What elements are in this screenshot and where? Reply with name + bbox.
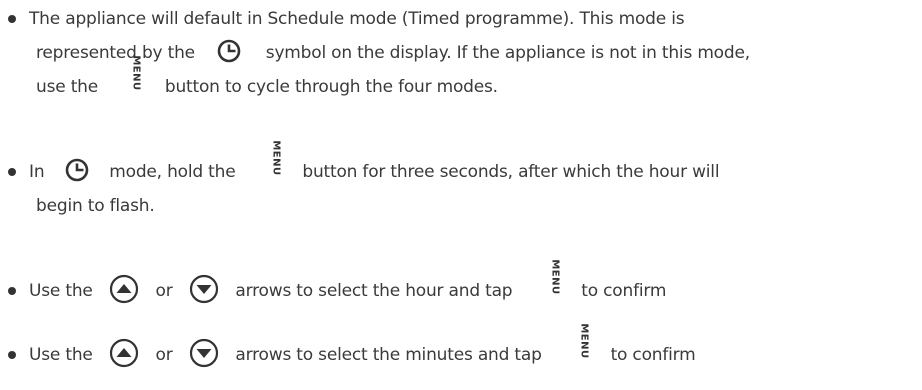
- item-text: The appliance will default in Schedule m…: [29, 9, 685, 29]
- item-text: use the: [36, 77, 98, 97]
- item-text: Use the: [29, 281, 93, 301]
- item-text: to confirm: [581, 281, 667, 301]
- item-text: button for three seconds, after which th…: [302, 162, 720, 182]
- text-line: In mode, hold the MENU button for three …: [29, 140, 720, 189]
- clock-schedule-icon: [218, 39, 241, 63]
- down-arrow-icon: [189, 274, 219, 304]
- text-line: use the MENU button to cycle through the…: [36, 55, 498, 104]
- item-text: or: [155, 281, 173, 301]
- down-arrow-icon: [189, 338, 219, 368]
- item-text: to confirm: [610, 345, 696, 365]
- text-line: Use the or arrows to select the hour and…: [29, 259, 667, 308]
- menu-button-icon: MENU: [549, 259, 561, 295]
- bullet-marker: [8, 351, 16, 359]
- item-text: represented by the: [36, 43, 195, 63]
- bullet-marker: [8, 287, 16, 295]
- bullet-marker: [8, 168, 16, 176]
- item-text: or: [155, 345, 173, 365]
- clock-schedule-icon: [65, 158, 89, 182]
- item-text: begin to flash.: [36, 196, 155, 216]
- text-line: Use the or arrows to select the minutes …: [29, 323, 696, 372]
- item-text: button to cycle through the four modes.: [164, 77, 498, 97]
- menu-button-icon: MENU: [270, 140, 282, 176]
- menu-button-icon: MENU: [578, 323, 590, 359]
- menu-button-icon: MENU: [131, 55, 143, 91]
- item-text: arrows to select the minutes and tap: [235, 345, 542, 365]
- item-text: In: [29, 162, 45, 182]
- item-text: arrows to select the hour and tap: [235, 281, 513, 301]
- text-line: The appliance will default in Schedule m…: [29, 2, 685, 36]
- up-arrow-icon: [110, 274, 139, 304]
- item-text: symbol on the display. If the appliance …: [265, 43, 750, 63]
- text-line: begin to flash.: [36, 189, 155, 223]
- text-line: represented by the symbol on the display…: [36, 36, 750, 70]
- item-text: mode, hold the: [109, 162, 236, 182]
- bullet-marker: [8, 15, 16, 23]
- up-arrow-icon: [110, 338, 139, 368]
- item-text: Use the: [29, 345, 93, 365]
